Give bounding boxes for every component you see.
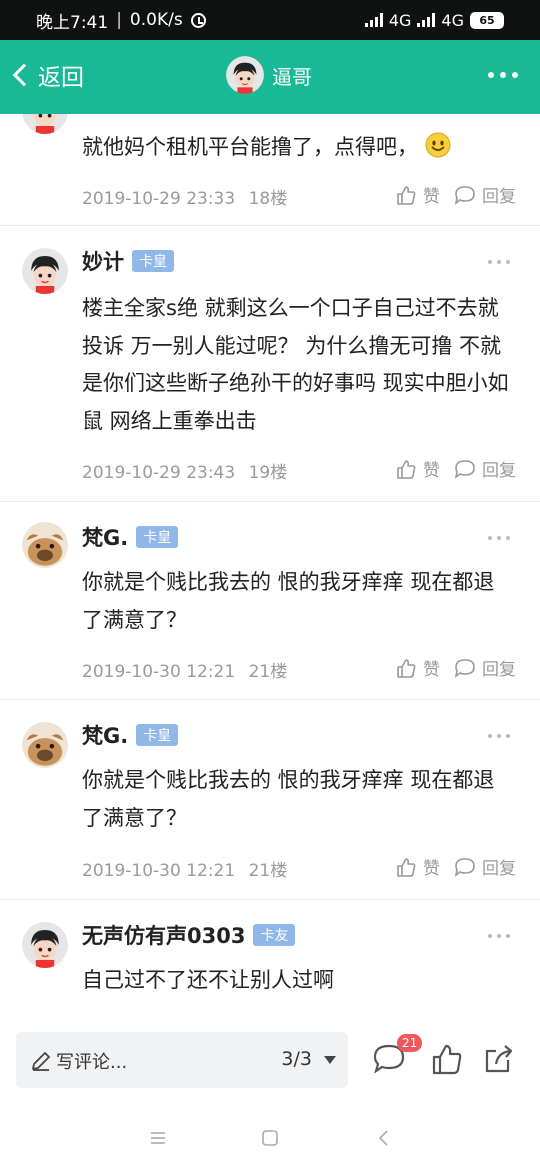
status-divider: | [116,10,122,30]
bottom-bar: 写评论... 3/3 21 [0,1014,540,1106]
reply-actions: 赞 回复 [395,182,516,207]
username[interactable]: 梵G. 卡皇 [82,522,179,552]
reply-more-icon[interactable] [488,734,510,738]
avatar[interactable] [22,922,68,968]
thumbs-up-icon [397,459,416,479]
like-button[interactable]: 赞 [395,854,440,879]
reply-more-icon[interactable] [488,934,510,938]
system-nav-bar [0,1106,540,1170]
avatar[interactable] [22,248,68,294]
reply-floor: 18楼 [248,189,288,209]
avatar[interactable] [22,722,68,768]
level-badge: 卡皇 [136,724,179,746]
reply-meta: 2019-10-29 23:43 19楼 [82,458,287,483]
nav-bar: 返回 逼哥 [0,40,540,114]
back-label: 返回 [38,65,84,91]
comment-icon [454,857,475,877]
reply-actions: 赞 回复 [395,456,516,481]
nav-title: 逼哥 [272,64,312,89]
reply-more-icon[interactable] [488,260,510,264]
reply-item: 妙计 卡皇 楼主全家s绝 就剩这么一个口子自己过不去就投诉 万一别人能过呢？ 为什… [0,226,540,502]
network-type-1: 4G [388,10,412,30]
caret-down-icon[interactable] [324,1056,336,1064]
reply-button[interactable]: 回复 [454,182,516,207]
reply-floor: 21楼 [248,662,288,682]
more-menu-icon[interactable] [488,72,518,78]
status-time: 晚上7:41 [36,12,109,33]
comment-input[interactable]: 写评论... 3/3 [16,1032,348,1088]
reply-text: 就他妈个租机平台能撸了，点得吧， [82,129,510,167]
battery-icon: 65 [470,11,504,29]
thumbs-up-icon[interactable] [430,1042,464,1076]
comment-icon [454,185,475,205]
username[interactable]: 无声仿有声0303 卡友 [82,920,296,950]
level-badge: 卡友 [253,924,296,946]
username[interactable]: 妙计 卡皇 [82,246,174,276]
reply-meta: 2019-10-30 12:21 21楼 [82,657,287,682]
reply-meta: 2019-10-29 23:33 18楼 [82,184,287,209]
reply-button[interactable]: 回复 [454,854,516,879]
reply-item: 梵G. 卡皇 你就是个贱比我去的 恨的我牙痒痒 现在都退了满意了？ 2019-10… [0,502,540,700]
reply-time: 2019-10-29 23:43 [82,463,236,483]
reply-more-icon[interactable] [488,536,510,540]
reply-text: 你就是个贱比我去的 恨的我牙痒痒 现在都退了满意了？ [82,570,495,632]
menu-icon[interactable] [148,1128,168,1148]
reply-button[interactable]: 回复 [454,655,516,680]
avatar[interactable] [22,522,68,568]
reply-button[interactable]: 回复 [454,456,516,481]
level-badge: 卡皇 [136,526,179,548]
reply-item: 就他妈个租机平台能撸了，点得吧， 2019-10-29 23:33 18楼 赞 … [0,114,540,226]
back-icon[interactable] [374,1128,394,1148]
thumbs-up-icon [397,185,416,205]
share-icon[interactable] [482,1042,516,1076]
reply-time: 2019-10-29 23:33 [82,189,236,209]
reply-text: 楼主全家s绝 就剩这么一个口子自己过不去就投诉 万一别人能过呢？ 为什么撸无可撸… [82,296,509,433]
network-type-2: 4G [441,10,464,30]
reply-actions: 赞 回复 [395,854,516,879]
pencil-icon [32,1052,50,1071]
reply-meta: 2019-10-30 12:21 21楼 [82,856,287,881]
reply-floor: 19楼 [248,463,288,483]
like-button[interactable]: 赞 [395,456,440,481]
avatar [226,56,264,94]
thumbs-up-icon [397,857,416,877]
reply-item: 无声仿有声0303 卡友 自己过不了还不让别人过啊 [0,900,540,1014]
smile-emoji-icon [425,132,451,158]
reply-time: 2019-10-30 12:21 [82,861,236,881]
chevron-left-icon [12,63,36,87]
like-button[interactable]: 赞 [395,182,440,207]
reply-text: 你就是个贱比我去的 恨的我牙痒痒 现在都退了满意了？ [82,768,495,830]
reply-floor: 21楼 [248,861,288,881]
nav-user[interactable]: 逼哥 [226,56,312,94]
reply-actions: 赞 回复 [395,655,516,680]
thumbs-up-icon [397,658,416,678]
avatar[interactable] [22,114,68,134]
reply-text: 自己过不了还不让别人过啊 [82,968,334,992]
level-badge: 卡皇 [132,250,174,272]
back-button[interactable]: 返回 [10,58,84,92]
comment-placeholder: 写评论... [56,1052,128,1073]
alarm-icon [190,12,206,28]
like-button[interactable]: 赞 [395,655,440,680]
username[interactable]: 梵G. 卡皇 [82,720,179,750]
home-icon[interactable] [260,1128,280,1148]
reply-item: 梵G. 卡皇 你就是个贱比我去的 恨的我牙痒痒 现在都退了满意了？ 2019-10… [0,700,540,900]
signal-icon [364,13,383,27]
reply-time: 2019-10-30 12:21 [82,662,236,682]
comment-count-badge: 21 [397,1034,423,1052]
signal-icon-2 [417,13,436,27]
status-speed: 0.0K/s [129,10,183,30]
status-bar: 晚上7:41 | 0.0K/s 4G 4G 65 [0,0,540,40]
page-indicator[interactable]: 3/3 [281,1048,312,1070]
comment-icon [454,459,475,479]
reply-list: 就他妈个租机平台能撸了，点得吧， 2019-10-29 23:33 18楼 赞 … [0,114,540,1014]
comment-icon [454,658,475,678]
